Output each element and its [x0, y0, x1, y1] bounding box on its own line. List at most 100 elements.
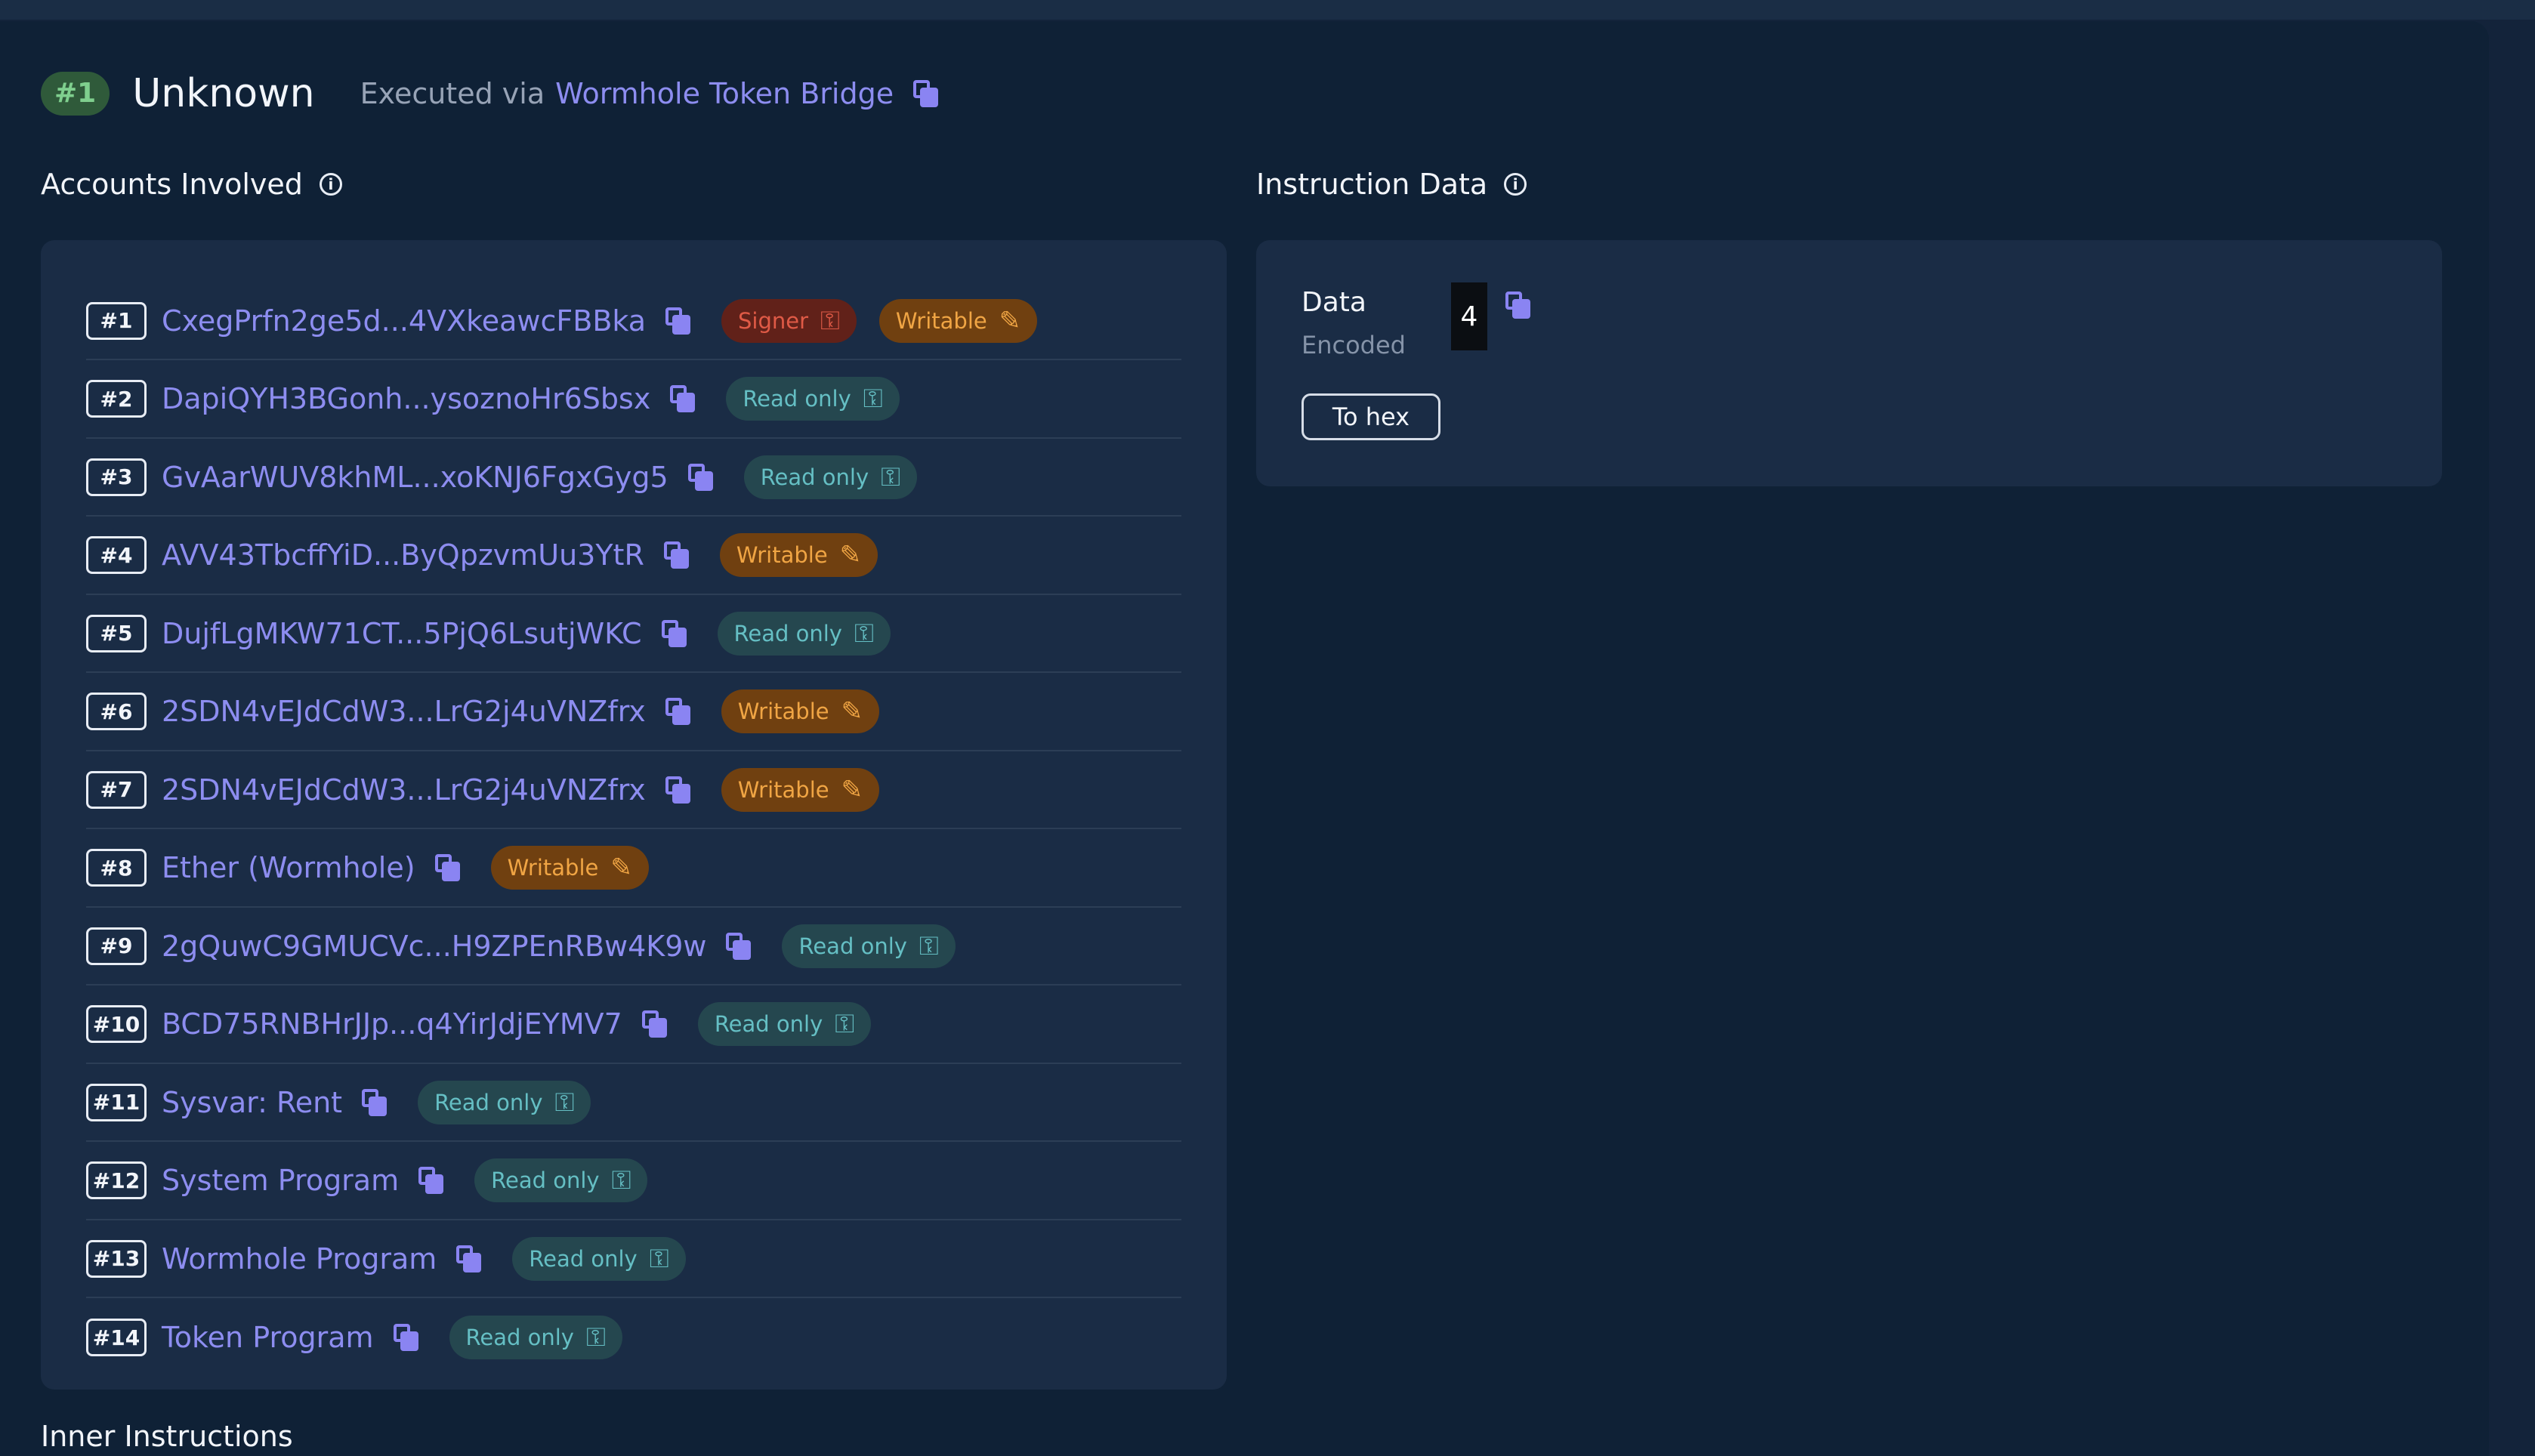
executed-via-label: Executed via — [360, 77, 545, 110]
key-icon: ⚿ — [919, 930, 939, 961]
writable-badge: Writable ✎ — [878, 298, 1038, 343]
copy-icon[interactable] — [726, 932, 752, 960]
writable-badge: Writable ✎ — [721, 689, 880, 733]
copy-icon[interactable] — [362, 1088, 388, 1116]
pencil-icon: ✎ — [839, 540, 862, 570]
to-hex-button[interactable]: To hex — [1301, 393, 1440, 440]
badge-label: Read only — [434, 1089, 543, 1115]
info-icon[interactable]: i — [1504, 173, 1527, 196]
account-address-link[interactable]: Token Program — [162, 1321, 374, 1354]
writable-badge: Writable ✎ — [721, 767, 880, 812]
account-badges: Read only ⚿ — [726, 377, 922, 421]
copy-icon[interactable] — [665, 698, 691, 725]
badge-label: Read only — [733, 620, 842, 646]
account-badges: Read only ⚿ — [474, 1158, 670, 1202]
copy-icon[interactable] — [665, 776, 691, 804]
inner-instructions-heading: Inner Instructions — [41, 1420, 293, 1453]
key-icon: ⚿ — [611, 1165, 631, 1195]
account-badges: Writable ✎ — [721, 767, 902, 812]
badge-label: Writable — [737, 699, 829, 724]
read-only-badge: Read only ⚿ — [512, 1236, 686, 1281]
account-badges: Writable ✎ — [719, 533, 900, 577]
badge-label: Writable — [895, 307, 987, 334]
pencil-icon: ✎ — [841, 696, 863, 726]
account-address-link[interactable]: GvAarWUV8khML...xoKNJ6FgxGyg5 — [162, 461, 668, 494]
badge-label: Read only — [465, 1325, 574, 1350]
account-address-link[interactable]: 2gQuwC9GMUCVc...H9ZPEnRBw4K9w — [162, 930, 706, 963]
account-row: #11 Sysvar: Rent Read only ⚿ — [86, 1064, 1181, 1142]
account-address-link[interactable]: 2SDN4vEJdCdW3...LrG2j4uVNZfrx — [162, 773, 646, 807]
account-index: #9 — [86, 927, 147, 965]
copy-icon[interactable] — [393, 1324, 419, 1351]
key-icon: ⚿ — [863, 384, 883, 414]
account-badges: Read only ⚿ — [717, 611, 913, 656]
account-address-link[interactable]: Sysvar: Rent — [162, 1086, 342, 1119]
pencil-icon: ✎ — [610, 853, 632, 883]
copy-icon[interactable] — [670, 385, 696, 412]
read-only-badge: Read only ⚿ — [782, 924, 956, 968]
account-index: #8 — [86, 849, 147, 887]
account-address-link[interactable]: Wormhole Program — [162, 1242, 437, 1276]
key-icon: ⚿ — [820, 305, 840, 336]
account-badges: Read only ⚿ — [743, 455, 940, 499]
account-row: #12 System Program Read only ⚿ — [86, 1143, 1181, 1220]
key-icon: ⚿ — [854, 618, 874, 649]
read-only-badge: Read only ⚿ — [418, 1080, 591, 1124]
account-index: #5 — [86, 614, 147, 652]
top-band — [0, 0, 2535, 20]
writable-badge: Writable ✎ — [490, 846, 649, 890]
account-badges: Read only ⚿ — [512, 1236, 708, 1281]
account-address-link[interactable]: System Program — [162, 1164, 399, 1197]
copy-icon[interactable] — [661, 619, 687, 647]
account-badges: Read only ⚿ — [697, 1002, 894, 1046]
account-address-link[interactable]: DapiQYH3BGonh...ysoznoHr6Sbsx — [162, 382, 650, 415]
data-label: Data — [1301, 287, 1366, 318]
key-icon: ⚿ — [835, 1009, 855, 1039]
instruction-index-badge: #1 — [41, 72, 110, 116]
account-address-link[interactable]: 2SDN4vEJdCdW3...LrG2j4uVNZfrx — [162, 695, 646, 728]
copy-icon[interactable] — [418, 1167, 444, 1194]
copy-icon[interactable] — [434, 854, 461, 881]
account-badges: Read only ⚿ — [418, 1080, 613, 1124]
account-row: #14 Token Program Read only ⚿ — [86, 1299, 1181, 1377]
account-index: #4 — [86, 536, 147, 574]
writable-badge: Writable ✎ — [719, 533, 878, 577]
account-badges: Writable ✎ — [721, 689, 902, 733]
account-index: #2 — [86, 380, 147, 418]
program-link[interactable]: Wormhole Token Bridge — [555, 77, 894, 110]
account-address-link[interactable]: Ether (Wormhole) — [162, 851, 415, 884]
account-address-link[interactable]: DujfLgMKW71CT...5PjQ6LsutjWKC — [162, 617, 642, 650]
account-address-link[interactable]: CxegPrfn2ge5d...4VXkeawcFBBka — [162, 304, 646, 338]
account-address-link[interactable]: BCD75RNBHrJJp...q4YirJdjEYMV7 — [162, 1007, 622, 1041]
accounts-involved-heading: Accounts Involved i — [41, 168, 342, 201]
key-icon: ⚿ — [585, 1322, 606, 1353]
account-index: #11 — [86, 1083, 147, 1121]
account-index: #6 — [86, 693, 147, 730]
account-index: #12 — [86, 1161, 147, 1199]
key-icon: ⚿ — [554, 1087, 575, 1118]
badge-label: Read only — [491, 1168, 600, 1193]
accounts-panel: #1 CxegPrfn2ge5d...4VXkeawcFBBka Signer ⚿ Wr… — [41, 240, 1227, 1390]
account-badges: Read only ⚿ — [782, 924, 977, 968]
copy-icon[interactable] — [456, 1245, 482, 1272]
badge-label: Signer — [738, 307, 809, 334]
account-row: #2 DapiQYH3BGonh...ysoznoHr6Sbsx Read only… — [86, 361, 1181, 439]
badge-label: Read only — [760, 464, 869, 490]
info-icon[interactable]: i — [319, 173, 342, 196]
account-row: #3 GvAarWUV8khML...xoKNJ6FgxGyg5 Read only… — [86, 439, 1181, 517]
account-address-link[interactable]: AVV43TbcffYiD...ByQpzvmUu3YtR — [162, 538, 644, 572]
read-only-badge: Read only ⚿ — [717, 611, 891, 656]
instruction-data-heading: Instruction Data i — [1256, 168, 1527, 201]
copy-icon[interactable] — [1505, 292, 1531, 319]
instruction-title: Unknown — [132, 71, 315, 116]
account-index: #3 — [86, 458, 147, 496]
copy-icon[interactable] — [665, 307, 691, 335]
account-row: #8 Ether (Wormhole) Writable ✎ — [86, 830, 1181, 908]
account-badges: Writable ✎ — [490, 846, 672, 890]
copy-icon[interactable] — [663, 541, 690, 569]
copy-icon[interactable] — [641, 1010, 668, 1038]
badge-label: Read only — [798, 933, 907, 959]
copy-icon[interactable] — [687, 463, 714, 491]
copy-icon[interactable] — [913, 80, 939, 107]
badge-label: Writable — [737, 776, 829, 803]
